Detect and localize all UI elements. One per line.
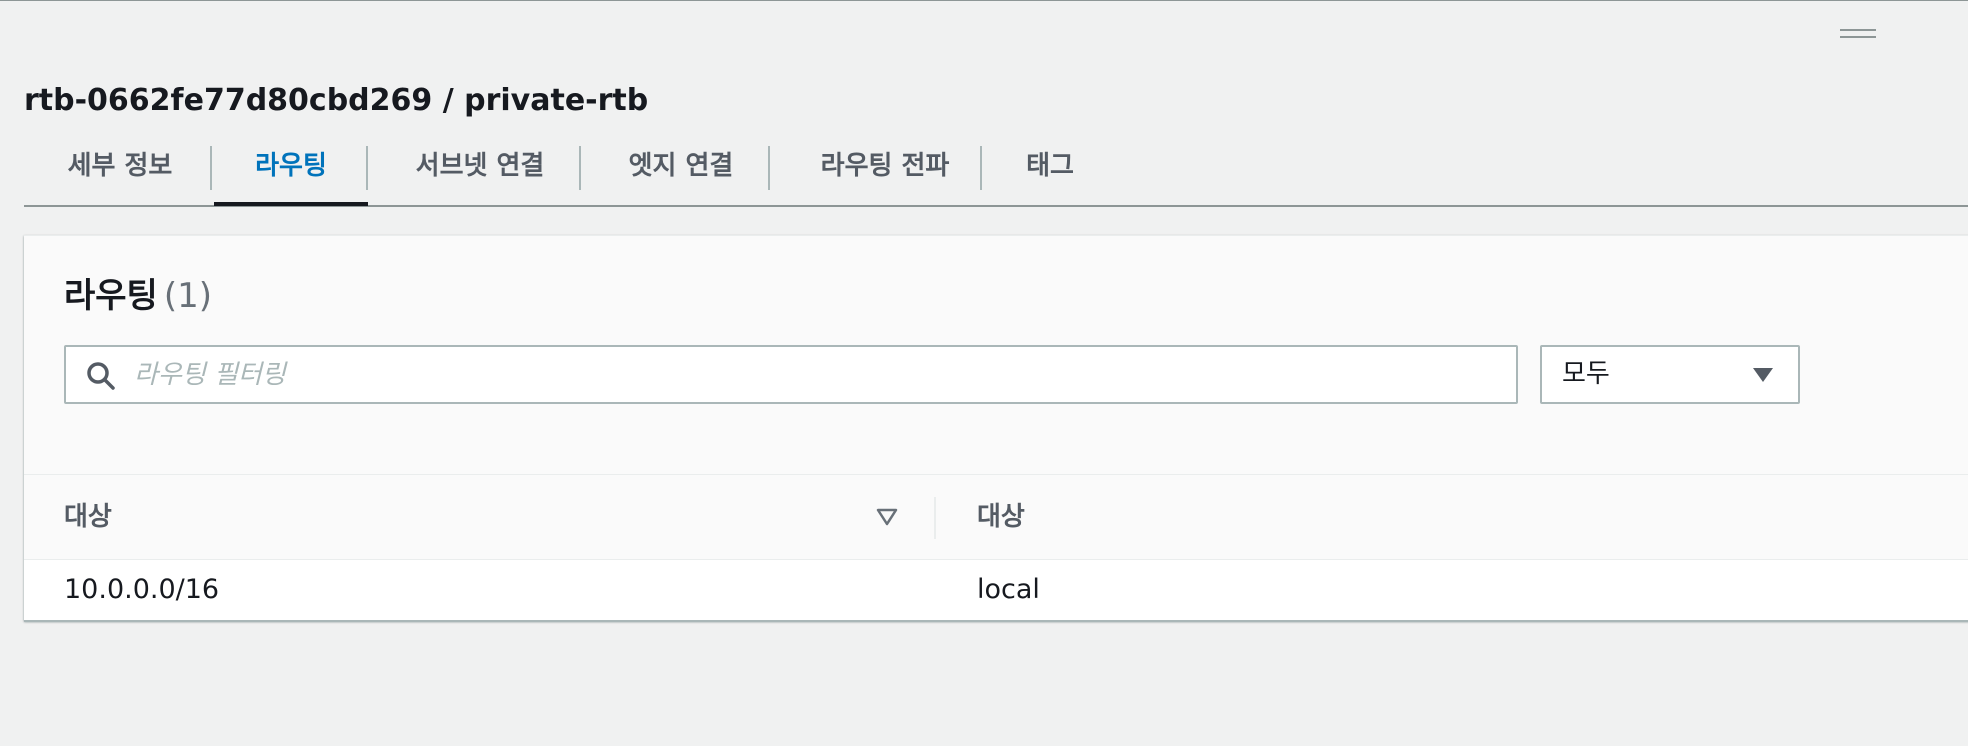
tab-route-propagation[interactable]: 라우팅 전파	[810, 141, 960, 205]
route-filter-box[interactable]	[64, 345, 1518, 404]
page-title: rtb-0662fe77d80cbd269 / private-rtb	[24, 83, 649, 118]
route-filter-input[interactable]	[134, 347, 1494, 402]
route-table-page: rtb-0662fe77d80cbd269 / private-rtb 세부 정…	[0, 0, 1968, 746]
table-row[interactable]: 10.0.0.0/16 local	[24, 560, 1968, 622]
routes-title: 라우팅	[64, 276, 158, 316]
select-value: 모두	[1562, 359, 1610, 389]
table-header: 대상 대상	[24, 474, 1968, 560]
column-divider[interactable]	[934, 497, 936, 539]
cell-destination: 10.0.0.0/16	[64, 574, 220, 605]
tab-tags[interactable]: 태그	[1022, 141, 1078, 205]
cell-target: local	[977, 574, 1040, 605]
column-header-destination[interactable]: 대상	[64, 475, 112, 559]
search-icon	[87, 362, 115, 390]
tab-routes[interactable]: 라우팅	[214, 141, 368, 206]
route-scope-select[interactable]: 모두	[1540, 345, 1800, 404]
tab-divider	[980, 146, 982, 190]
routes-count: (1)	[163, 276, 213, 316]
tab-subnet-associations[interactable]: 서브넷 연결	[408, 141, 552, 205]
routes-table: 대상 대상 10.0.0.0/16 local	[24, 474, 1968, 622]
routes-heading: 라우팅 (1)	[64, 274, 212, 318]
tab-divider	[579, 146, 581, 190]
tab-divider	[210, 146, 212, 190]
drag-handle-icon[interactable]	[1840, 29, 1876, 39]
tab-bar: 세부 정보 라우팅 서브넷 연결 엣지 연결 라우팅 전파 태그	[24, 141, 1968, 207]
sort-descending-icon[interactable]	[876, 508, 898, 526]
column-header-target[interactable]: 대상	[977, 475, 1025, 559]
tab-divider	[768, 146, 770, 190]
tab-details[interactable]: 세부 정보	[62, 141, 178, 205]
routes-panel: 라우팅(1) 모두 대상 대상	[24, 235, 1968, 622]
tab-edge-associations[interactable]: 엣지 연결	[621, 141, 741, 205]
tab-divider	[366, 146, 368, 190]
caret-down-icon	[1753, 368, 1773, 382]
